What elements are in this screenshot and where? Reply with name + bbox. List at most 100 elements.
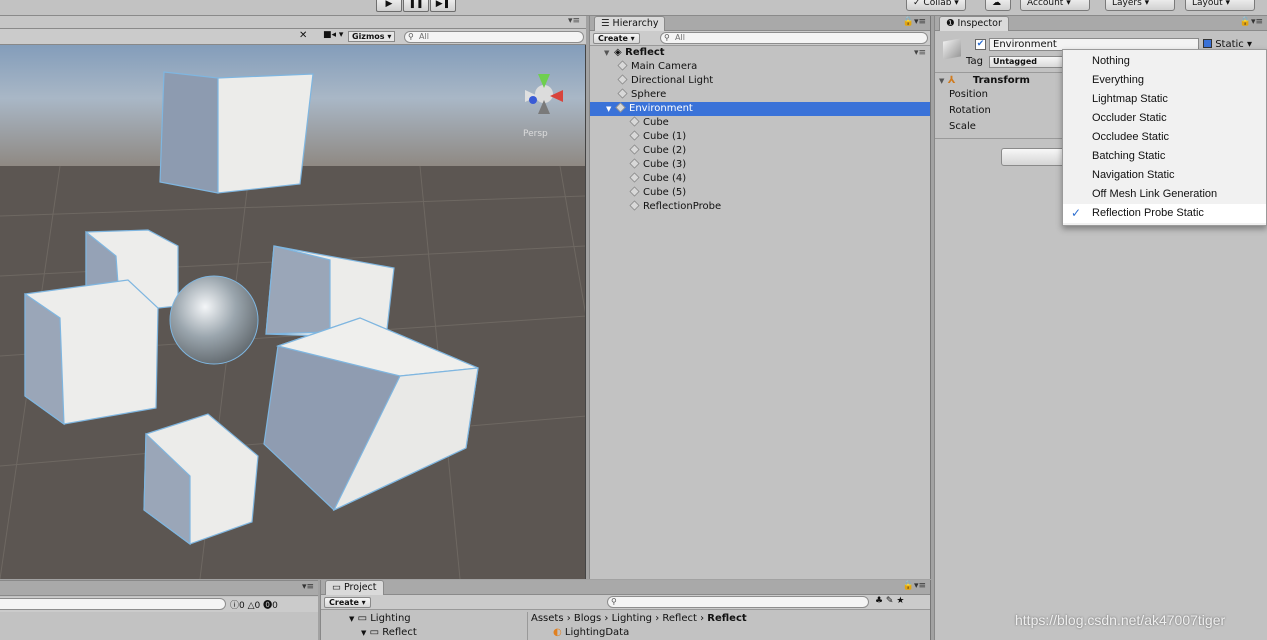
- breadcrumb-blogs[interactable]: Blogs: [574, 613, 601, 624]
- hierarchy-item[interactable]: Cube (3): [590, 158, 930, 172]
- hierarchy-item[interactable]: Cube (2): [590, 144, 930, 158]
- asset-lightingdata[interactable]: ◐ LightingData: [553, 626, 629, 640]
- static-menu-item[interactable]: Navigation Static: [1063, 166, 1266, 185]
- account-dropdown[interactable]: Account ▾: [1020, 0, 1090, 11]
- hierarchy-item[interactable]: ▼Environment: [590, 102, 930, 116]
- hierarchy-item[interactable]: Cube: [590, 116, 930, 130]
- error-count-button[interactable]: ⓿0: [263, 601, 278, 611]
- tab-inspector[interactable]: ❶ Inspector: [939, 16, 1009, 31]
- warning-icon: △: [248, 601, 255, 611]
- splitter[interactable]: [527, 612, 528, 640]
- tree-item-reflect[interactable]: ▼ ▭ Reflect: [349, 626, 417, 640]
- scene-viewport[interactable]: Persp: [0, 16, 586, 579]
- pause-icon: ❚❚: [408, 0, 423, 9]
- panel-menu-icon[interactable]: ▾≡: [568, 16, 580, 26]
- search-icon: ⚲: [664, 33, 670, 43]
- expand-arrow-icon[interactable]: ▼: [606, 102, 616, 116]
- active-checkbox[interactable]: ✔: [975, 39, 986, 50]
- hierarchy-item[interactable]: Sphere: [590, 88, 930, 102]
- breadcrumb-reflect-folder[interactable]: Reflect: [662, 613, 697, 624]
- static-menu-item-label: Nothing: [1092, 55, 1130, 67]
- static-menu-item[interactable]: Batching Static: [1063, 147, 1266, 166]
- gameobject-icon: [617, 88, 627, 98]
- scene-toolbar: ✕ ■◂ ▾ Gizmos ▾ ⚲All: [0, 29, 586, 45]
- step-button[interactable]: ▶❚: [430, 0, 456, 12]
- cube-top: [160, 72, 313, 193]
- static-menu-item[interactable]: Everything: [1063, 71, 1266, 90]
- project-search-input[interactable]: ⚲: [607, 596, 869, 608]
- filter-icons[interactable]: ♣ ✎ ★: [875, 596, 904, 606]
- hierarchy-item-label: Cube (4): [643, 173, 686, 184]
- info-count-button[interactable]: ⓘ0: [230, 601, 245, 611]
- folder-icon: ▭: [332, 582, 344, 593]
- hierarchy-tab-strip: ☰ Hierarchy 🔒▾≡: [590, 16, 930, 31]
- hierarchy-item[interactable]: Main Camera: [590, 60, 930, 74]
- gameobject-icon: [943, 38, 961, 59]
- scene-search-input[interactable]: ⚲All: [404, 31, 584, 43]
- tag-label: Tag: [966, 56, 983, 68]
- breadcrumb-lighting[interactable]: Lighting: [612, 613, 652, 624]
- tab-hierarchy[interactable]: ☰ Hierarchy: [594, 16, 665, 31]
- transform-header[interactable]: ▼ ⅄ Transform: [939, 75, 1030, 86]
- cube-left: [25, 280, 158, 424]
- hierarchy-item-label: Main Camera: [631, 61, 697, 72]
- camera-icon[interactable]: ■◂ ▾: [323, 30, 343, 40]
- console-search-input[interactable]: [0, 598, 226, 610]
- pause-button[interactable]: ❚❚: [403, 0, 429, 12]
- lock-menu-icon[interactable]: 🔒▾≡: [903, 581, 926, 591]
- search-icon: ⚲: [611, 597, 617, 607]
- folder-icon: ▭: [358, 613, 367, 624]
- static-menu-item-label: Occludee Static: [1092, 131, 1169, 143]
- static-menu-item[interactable]: ✓Reflection Probe Static: [1063, 204, 1266, 223]
- expand-arrow-icon[interactable]: ▼: [349, 615, 354, 623]
- tag-dropdown[interactable]: Untagged: [989, 56, 1069, 68]
- scene-menu-icon[interactable]: ▾≡: [914, 46, 926, 60]
- gameobject-icon: [617, 60, 627, 70]
- play-icon: ▶: [386, 0, 393, 9]
- static-menu-item[interactable]: Occludee Static: [1063, 128, 1266, 147]
- hierarchy-item[interactable]: Cube (5): [590, 186, 930, 200]
- breadcrumb-reflect-current[interactable]: Reflect: [707, 613, 746, 624]
- layout-dropdown[interactable]: Layout ▾: [1185, 0, 1255, 11]
- hierarchy-item[interactable]: Cube (1): [590, 130, 930, 144]
- hierarchy-search-input[interactable]: ⚲All: [660, 32, 928, 44]
- project-create-button[interactable]: Create ▾: [324, 597, 371, 608]
- tools-icon[interactable]: ✕: [299, 30, 307, 41]
- layers-dropdown[interactable]: Layers ▾: [1105, 0, 1175, 11]
- static-menu-item[interactable]: Lightmap Static: [1063, 90, 1266, 109]
- hierarchy-create-button[interactable]: Create ▾: [593, 33, 640, 44]
- foldout-icon[interactable]: ▼: [939, 77, 944, 85]
- lock-menu-icon[interactable]: 🔒▾≡: [903, 17, 926, 27]
- collab-button[interactable]: ✓ Collab ▾: [906, 0, 966, 11]
- hierarchy-item[interactable]: Directional Light: [590, 74, 930, 88]
- static-menu-item-label: Reflection Probe Static: [1092, 207, 1204, 219]
- search-icon: ⚲: [408, 32, 414, 42]
- warning-count-button[interactable]: △0: [248, 601, 261, 611]
- panel-menu-icon[interactable]: ▾≡: [302, 582, 314, 592]
- tree-item-lighting[interactable]: ▼ ▭ Lighting: [349, 612, 417, 626]
- hierarchy-item-label: Cube (3): [643, 159, 686, 170]
- static-menu-item-label: Lightmap Static: [1092, 93, 1168, 105]
- project-tab-strip: ▭ Project 🔒▾≡: [321, 580, 930, 595]
- expand-arrow-icon[interactable]: ▼: [361, 629, 366, 637]
- project-tree: ▼ ▭ Lighting ▼ ▭ Reflect: [349, 612, 417, 640]
- unity-scene-icon: ◈: [614, 47, 625, 58]
- static-menu-item[interactable]: Occluder Static: [1063, 109, 1266, 128]
- static-menu-item[interactable]: Nothing: [1063, 52, 1266, 71]
- lock-menu-icon[interactable]: 🔒▾≡: [1240, 17, 1263, 27]
- persp-label[interactable]: Persp: [523, 129, 548, 139]
- scene-root-row[interactable]: ▼◈ Reflect ▾≡: [590, 46, 930, 60]
- scene-view[interactable]: Persp: [0, 16, 586, 579]
- info-icon: ❶: [946, 18, 958, 29]
- static-menu-item[interactable]: Off Mesh Link Generation: [1063, 185, 1266, 204]
- breadcrumb-assets[interactable]: Assets: [531, 613, 564, 624]
- hierarchy-item[interactable]: Cube (4): [590, 172, 930, 186]
- play-button[interactable]: ▶: [376, 0, 402, 12]
- gizmos-button[interactable]: Gizmos ▾: [348, 31, 395, 42]
- cloud-button[interactable]: ☁: [985, 0, 1011, 11]
- hierarchy-item[interactable]: ReflectionProbe: [590, 200, 930, 214]
- expand-arrow-icon[interactable]: ▼: [604, 46, 614, 60]
- tab-project[interactable]: ▭ Project: [325, 580, 384, 595]
- collab-check-icon: ✓: [913, 0, 923, 8]
- static-mixed-checkbox[interactable]: [1203, 39, 1212, 48]
